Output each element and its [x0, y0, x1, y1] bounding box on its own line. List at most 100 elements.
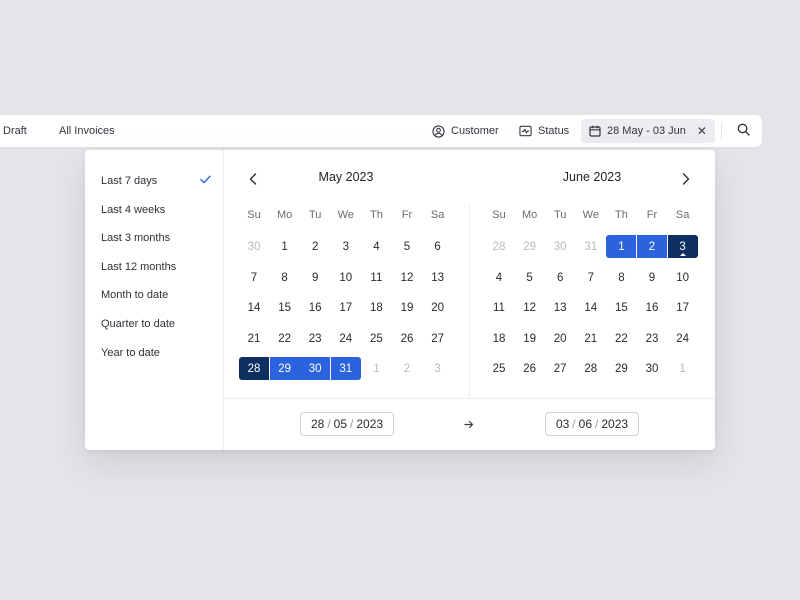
- calendar-day[interactable]: 23: [637, 327, 667, 350]
- range-end-day[interactable]: 3: [667, 235, 698, 258]
- calendar-day[interactable]: 14: [239, 296, 269, 319]
- calendar-day-number: 13: [553, 301, 567, 314]
- range-start-day[interactable]: 28: [239, 357, 269, 380]
- calendar-day[interactable]: 31: [330, 357, 361, 380]
- calendar-day[interactable]: 22: [606, 327, 636, 350]
- end-date-input[interactable]: 03 / 06 / 2023: [545, 412, 639, 436]
- calendar-day[interactable]: 9: [300, 266, 330, 289]
- calendar-day[interactable]: 15: [270, 296, 300, 319]
- start-date-input[interactable]: 28 / 05 / 2023: [300, 412, 394, 436]
- calendar-day[interactable]: 10: [668, 266, 698, 289]
- customer-filter-button[interactable]: Customer: [432, 115, 499, 147]
- calendar-day[interactable]: 18: [484, 327, 514, 350]
- calendar-day[interactable]: 28: [576, 357, 606, 380]
- calendar-day[interactable]: 6: [545, 266, 575, 289]
- calendar-day-number: 6: [434, 240, 441, 253]
- preset-option[interactable]: Last 12 months: [101, 258, 211, 276]
- calendar-day-number: 28: [584, 362, 598, 375]
- calendar-day[interactable]: 3: [331, 235, 361, 258]
- tab-all-invoices[interactable]: All Invoices: [59, 115, 115, 147]
- calendar-day-number: 7: [250, 271, 258, 284]
- calendar-day[interactable]: 27: [423, 327, 453, 350]
- search-button[interactable]: [737, 115, 750, 147]
- preset-option[interactable]: Last 3 months: [101, 229, 211, 247]
- calendar-day[interactable]: 30: [545, 235, 575, 258]
- calendar-day[interactable]: 29: [269, 357, 300, 380]
- calendar-day[interactable]: 7: [239, 266, 269, 289]
- calendar-day[interactable]: 25: [484, 357, 514, 380]
- calendar-day[interactable]: 25: [361, 327, 391, 350]
- calendar-day[interactable]: 1: [606, 235, 637, 258]
- date-range-chip[interactable]: 28 May - 03 Jun ✕: [581, 119, 715, 143]
- calendar-day[interactable]: 8: [270, 266, 300, 289]
- calendar-day[interactable]: 6: [423, 235, 453, 258]
- calendar-day[interactable]: 31: [576, 235, 606, 258]
- calendar-day[interactable]: 17: [668, 296, 698, 319]
- preset-option[interactable]: Year to date: [101, 344, 211, 362]
- calendar-day[interactable]: 15: [606, 296, 636, 319]
- calendar-day[interactable]: 11: [484, 296, 514, 319]
- calendar-day[interactable]: 4: [484, 266, 514, 289]
- calendar-day[interactable]: 24: [668, 327, 698, 350]
- weekday-label: Mo: [521, 209, 538, 221]
- calendar-day[interactable]: 1: [361, 357, 391, 380]
- previous-month-button[interactable]: [245, 171, 261, 187]
- calendar-day[interactable]: 27: [545, 357, 575, 380]
- calendar-day[interactable]: 18: [361, 296, 391, 319]
- preset-option[interactable]: Last 4 weeks: [101, 201, 211, 219]
- calendar-day[interactable]: 29: [515, 235, 545, 258]
- calendar-day-number: 10: [676, 271, 689, 284]
- status-filter-button[interactable]: Status: [519, 115, 569, 147]
- next-month-button[interactable]: [678, 171, 694, 187]
- calendar-day[interactable]: 13: [545, 296, 575, 319]
- calendar-day-number: 14: [584, 301, 598, 314]
- preset-option[interactable]: Quarter to date: [101, 315, 211, 333]
- calendar-day[interactable]: 1: [668, 357, 698, 380]
- calendar-day[interactable]: 3: [423, 357, 453, 380]
- preset-option[interactable]: Last 7 days: [101, 172, 211, 190]
- preset-option-label: Quarter to date: [101, 318, 175, 330]
- calendar-day[interactable]: 22: [270, 327, 300, 350]
- calendar-day-number: 2: [311, 240, 319, 253]
- preset-option[interactable]: Month to date: [101, 286, 211, 304]
- weekday-label: Th: [369, 209, 383, 221]
- calendar-day[interactable]: 21: [239, 327, 269, 350]
- calendar-day[interactable]: 20: [423, 296, 453, 319]
- calendar-day[interactable]: 5: [515, 266, 545, 289]
- calendar-day[interactable]: 20: [545, 327, 575, 350]
- calendar-day[interactable]: 16: [300, 296, 330, 319]
- calendar-day[interactable]: 1: [270, 235, 300, 258]
- calendar-day[interactable]: 11: [361, 266, 391, 289]
- status-filter-label: Status: [538, 125, 570, 137]
- calendar-day[interactable]: 29: [606, 357, 636, 380]
- calendar-day[interactable]: 26: [515, 357, 545, 380]
- calendar-day[interactable]: 26: [392, 327, 422, 350]
- calendar-day[interactable]: 13: [423, 266, 453, 289]
- calendar-day[interactable]: 24: [331, 327, 361, 350]
- calendar-day[interactable]: 19: [515, 327, 545, 350]
- calendar-day[interactable]: 4: [361, 235, 391, 258]
- calendar-day[interactable]: 12: [392, 266, 422, 289]
- calendar-day[interactable]: 30: [239, 235, 269, 258]
- calendar-day[interactable]: 23: [300, 327, 330, 350]
- calendar-day[interactable]: 14: [576, 296, 606, 319]
- calendar-day[interactable]: 17: [331, 296, 361, 319]
- calendar-day[interactable]: 2: [300, 235, 330, 258]
- calendar-day[interactable]: 9: [637, 266, 667, 289]
- calendar-day[interactable]: 7: [576, 266, 606, 289]
- calendar-day[interactable]: 21: [576, 327, 606, 350]
- calendar-day[interactable]: 30: [300, 357, 331, 380]
- calendar-day[interactable]: 16: [637, 296, 667, 319]
- calendar-day[interactable]: 5: [392, 235, 422, 258]
- calendar-day[interactable]: 28: [484, 235, 514, 258]
- tab-draft[interactable]: Draft: [3, 115, 27, 147]
- close-icon[interactable]: ✕: [697, 125, 707, 137]
- calendar-day[interactable]: 10: [331, 266, 361, 289]
- calendar-day[interactable]: 2: [392, 357, 422, 380]
- calendar-day[interactable]: 12: [515, 296, 545, 319]
- end-day: 03: [555, 417, 570, 431]
- calendar-day[interactable]: 30: [637, 357, 667, 380]
- calendar-day[interactable]: 19: [392, 296, 422, 319]
- calendar-day[interactable]: 2: [637, 235, 667, 258]
- calendar-day[interactable]: 8: [606, 266, 636, 289]
